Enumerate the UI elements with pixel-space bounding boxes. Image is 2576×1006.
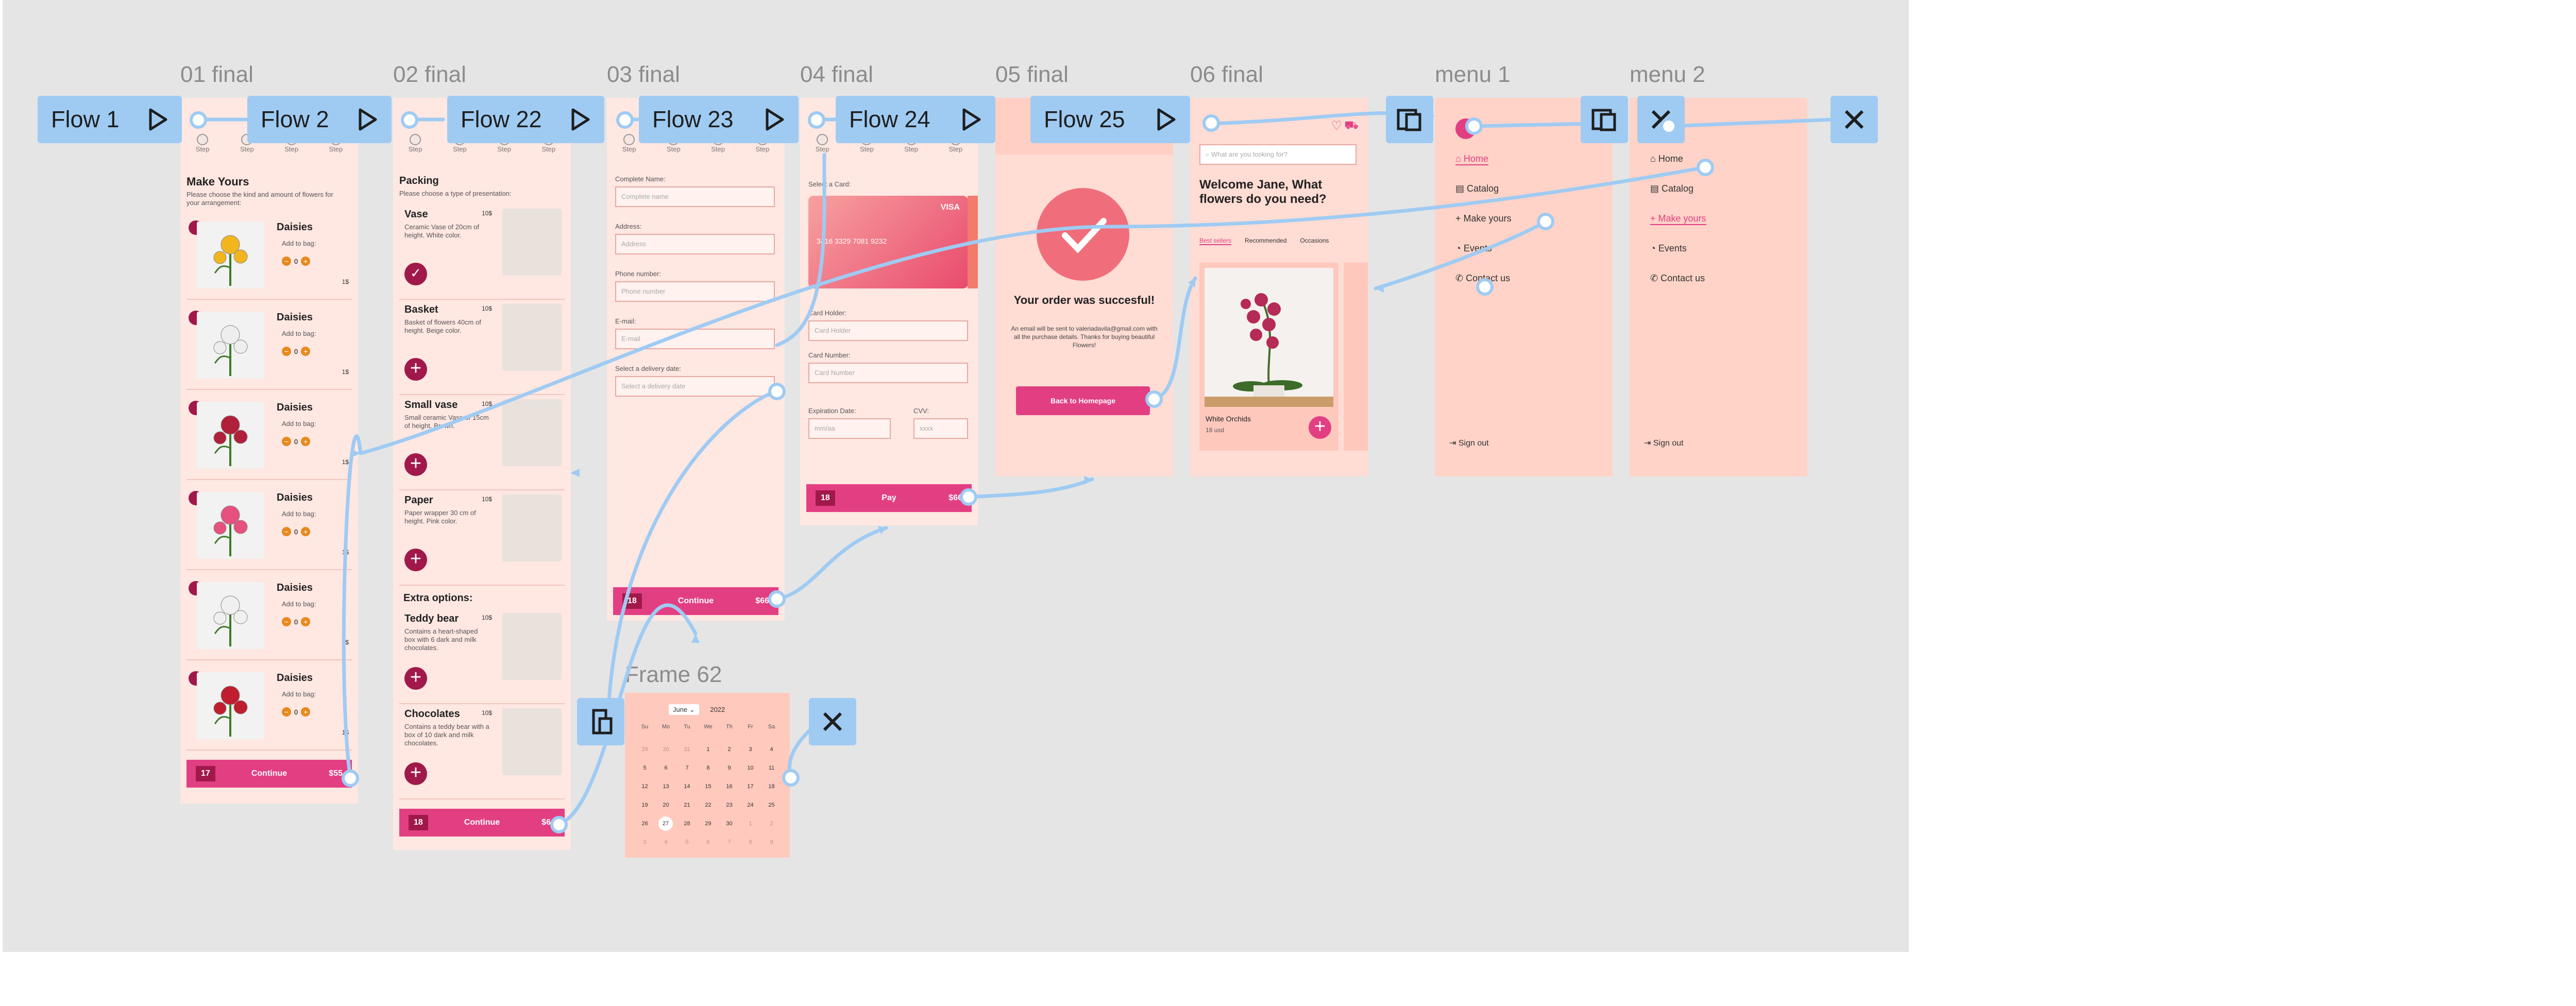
- connection-node[interactable]: [1660, 117, 1677, 135]
- connection-node[interactable]: [616, 111, 634, 129]
- play-icon: [571, 108, 590, 131]
- connection-node[interactable]: [550, 816, 568, 833]
- open-overlay-icon[interactable]: [577, 698, 624, 745]
- connection-node[interactable]: [1465, 117, 1483, 135]
- flow-22-pill[interactable]: Flow 22: [447, 96, 604, 143]
- connection-node[interactable]: [190, 111, 207, 129]
- overlay-action-icon[interactable]: [1581, 96, 1628, 143]
- connection-pay: [967, 477, 1094, 499]
- flow-23-pill[interactable]: Flow 23: [639, 96, 799, 143]
- connection-continue-03: [775, 526, 888, 601]
- flow-2-pill[interactable]: Flow 2: [247, 96, 392, 143]
- connection-node[interactable]: [342, 770, 359, 787]
- prototype-connections: [196, 111, 1836, 826]
- connection-back-home: [1152, 276, 1197, 401]
- close-overlay-icon[interactable]: [1637, 96, 1685, 143]
- connection-node[interactable]: [1476, 278, 1494, 296]
- connection-node[interactable]: [960, 488, 977, 506]
- arrowheads: [351, 278, 1384, 643]
- connection-node[interactable]: [808, 111, 825, 129]
- connection-menu-item: [1374, 219, 1548, 291]
- connection-node[interactable]: [1202, 114, 1220, 132]
- connection-node[interactable]: [401, 111, 418, 129]
- close-overlay-icon[interactable]: [1831, 96, 1878, 143]
- connection-node[interactable]: [1537, 213, 1554, 230]
- connection-menu2-close: [1667, 117, 1836, 128]
- connection-form-back: [775, 152, 826, 347]
- connection-node[interactable]: [768, 590, 786, 608]
- connection-make-yours: [359, 165, 1707, 455]
- overlay-action-icon[interactable]: [1386, 96, 1433, 143]
- play-icon: [359, 108, 377, 131]
- connection-node[interactable]: [1697, 159, 1714, 176]
- connection-node[interactable]: [768, 383, 786, 400]
- play-icon: [962, 108, 981, 131]
- connection-node[interactable]: [1145, 390, 1163, 408]
- connection-menu1: [1471, 122, 1594, 128]
- flow-1-pill[interactable]: Flow 1: [38, 96, 182, 143]
- flow-25-pill[interactable]: Flow 25: [1030, 96, 1190, 143]
- connection-continue-01: [342, 434, 363, 780]
- play-icon: [149, 108, 167, 131]
- connection-date-picker: [606, 389, 777, 718]
- flow-24-pill[interactable]: Flow 24: [836, 96, 995, 143]
- close-overlay-icon[interactable]: [809, 698, 856, 745]
- play-icon: [766, 108, 784, 131]
- connection-node[interactable]: [782, 769, 800, 787]
- play-icon: [1157, 108, 1176, 131]
